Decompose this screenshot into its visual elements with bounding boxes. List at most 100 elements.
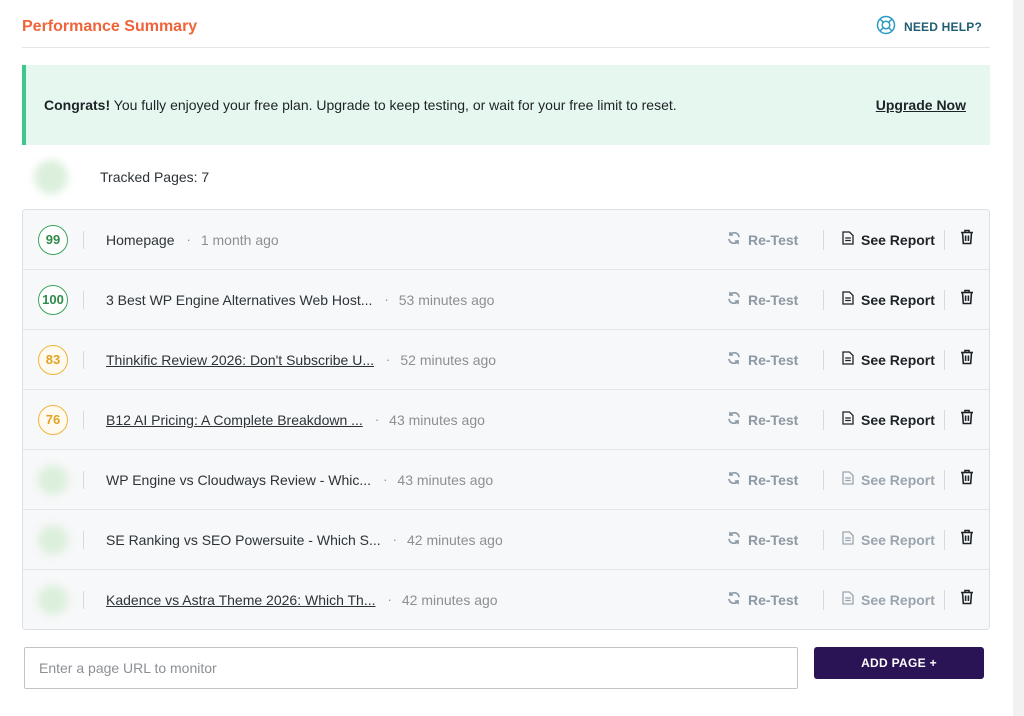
- need-help-label: NEED HELP?: [903, 19, 982, 34]
- page-title-link[interactable]: Kadence vs Astra Theme 2026: Which Th...: [106, 592, 376, 608]
- document-icon: [842, 471, 854, 488]
- page-title-link[interactable]: Homepage: [106, 232, 175, 248]
- retest-label: Re-Test: [748, 351, 799, 368]
- scrollbar-track[interactable]: [1013, 0, 1024, 716]
- delete-button[interactable]: [945, 469, 989, 490]
- need-help-link[interactable]: NEED HELP?: [876, 15, 982, 38]
- page-title-link[interactable]: 3 Best WP Engine Alternatives Web Host..…: [106, 292, 372, 308]
- retest-button[interactable]: Re-Test: [725, 231, 823, 248]
- row-actions: Re-Test See Report: [725, 270, 989, 329]
- page-title-link[interactable]: B12 AI Pricing: A Complete Breakdown ...: [106, 412, 363, 428]
- notice-message: You fully enjoyed your free plan. Upgrad…: [110, 96, 677, 113]
- refresh-icon: [727, 351, 741, 368]
- see-report-label: See Report: [861, 471, 935, 488]
- refresh-icon: [727, 231, 741, 248]
- page-title: Performance Summary: [22, 17, 198, 35]
- last-tested-time: 43 minutes ago: [397, 471, 494, 488]
- see-report-button[interactable]: See Report: [824, 531, 944, 548]
- last-tested-time: 43 minutes ago: [389, 411, 485, 428]
- score-badge: 99: [38, 224, 68, 255]
- retest-button[interactable]: Re-Test: [725, 411, 823, 428]
- see-report-button[interactable]: See Report: [824, 591, 944, 608]
- page-row: 99 Homepage · 1 month ago Re-Test See Re…: [23, 210, 989, 269]
- refresh-icon: [727, 291, 741, 308]
- retest-label: Re-Test: [748, 471, 799, 488]
- row-actions: Re-Test See Report: [725, 210, 989, 269]
- divider: [83, 590, 84, 609]
- score-badge: 100: [38, 284, 68, 315]
- retest-label: Re-Test: [748, 411, 799, 428]
- meta-separator: ·: [387, 592, 392, 607]
- tracked-pages-summary: Tracked Pages: 7: [22, 145, 990, 209]
- last-tested-time: 42 minutes ago: [401, 591, 498, 608]
- page-title-link[interactable]: Thinkific Review 2026: Don't Subscribe U…: [106, 352, 374, 368]
- score-badge: 83: [38, 344, 68, 375]
- delete-button[interactable]: [945, 589, 989, 610]
- divider: [83, 350, 84, 369]
- delete-button[interactable]: [945, 229, 989, 250]
- page-row: SE Ranking vs SEO Powersuite - Which S..…: [23, 509, 989, 569]
- page-title-link[interactable]: SE Ranking vs SEO Powersuite - Which S..…: [106, 532, 381, 548]
- lifebuoy-icon: [876, 15, 896, 38]
- delete-button[interactable]: [945, 289, 989, 310]
- score-badge: [38, 524, 68, 555]
- last-tested-time: 1 month ago: [200, 231, 279, 248]
- row-actions: Re-Test See Report: [725, 330, 989, 389]
- add-page-button[interactable]: ADD PAGE +: [814, 647, 984, 679]
- see-report-button[interactable]: See Report: [824, 411, 944, 428]
- retest-button[interactable]: Re-Test: [725, 291, 823, 308]
- tracked-pages-list: 99 Homepage · 1 month ago Re-Test See Re…: [22, 209, 990, 630]
- trash-icon: [960, 469, 974, 490]
- see-report-label: See Report: [861, 231, 935, 248]
- upgrade-notice: Congrats! You fully enjoyed your free pl…: [22, 65, 990, 145]
- tracked-pages-count: Tracked Pages: 7: [100, 169, 210, 185]
- retest-button[interactable]: Re-Test: [725, 591, 823, 608]
- score-badge: 76: [38, 404, 68, 435]
- score-cell: 100: [23, 284, 83, 315]
- score-cell: [23, 524, 83, 555]
- meta-separator: ·: [392, 532, 397, 547]
- row-actions: Re-Test See Report: [725, 450, 989, 509]
- delete-button[interactable]: [945, 349, 989, 370]
- retest-label: Re-Test: [748, 291, 799, 308]
- meta-separator: ·: [384, 292, 389, 307]
- see-report-button[interactable]: See Report: [824, 471, 944, 488]
- page-row: 83 Thinkific Review 2026: Don't Subscrib…: [23, 329, 989, 389]
- trash-icon: [960, 409, 974, 430]
- document-icon: [842, 411, 854, 428]
- row-actions: Re-Test See Report: [725, 570, 989, 629]
- retest-label: Re-Test: [748, 531, 799, 548]
- document-icon: [842, 591, 854, 608]
- divider: [83, 410, 84, 429]
- delete-button[interactable]: [945, 409, 989, 430]
- retest-label: Re-Test: [748, 231, 799, 248]
- see-report-button[interactable]: See Report: [824, 351, 944, 368]
- see-report-label: See Report: [861, 531, 935, 548]
- trash-icon: [960, 289, 974, 310]
- page-url-input[interactable]: [24, 647, 798, 689]
- retest-button[interactable]: Re-Test: [725, 471, 823, 488]
- row-actions: Re-Test See Report: [725, 510, 989, 569]
- page-row: Kadence vs Astra Theme 2026: Which Th...…: [23, 569, 989, 629]
- score-cell: [23, 464, 83, 495]
- document-icon: [842, 291, 854, 308]
- page-title-link[interactable]: WP Engine vs Cloudways Review - Whic...: [106, 472, 371, 488]
- retest-button[interactable]: Re-Test: [725, 531, 823, 548]
- see-report-label: See Report: [861, 591, 935, 608]
- meta-separator: ·: [386, 352, 391, 367]
- notice-bold: Congrats!: [44, 96, 111, 113]
- upgrade-now-link[interactable]: Upgrade Now: [876, 97, 966, 113]
- see-report-button[interactable]: See Report: [824, 291, 944, 308]
- trash-icon: [960, 229, 974, 250]
- document-icon: [842, 231, 854, 248]
- refresh-icon: [727, 531, 741, 548]
- retest-button[interactable]: Re-Test: [725, 351, 823, 368]
- meta-separator: ·: [383, 472, 388, 487]
- delete-button[interactable]: [945, 529, 989, 550]
- see-report-button[interactable]: See Report: [824, 231, 944, 248]
- performance-summary-panel: Performance Summary NEED HELP? Congrats!…: [22, 0, 990, 689]
- score-badge: [38, 584, 68, 615]
- overall-score-placeholder: [34, 160, 68, 194]
- last-tested-time: 52 minutes ago: [400, 351, 497, 368]
- row-actions: Re-Test See Report: [725, 390, 989, 449]
